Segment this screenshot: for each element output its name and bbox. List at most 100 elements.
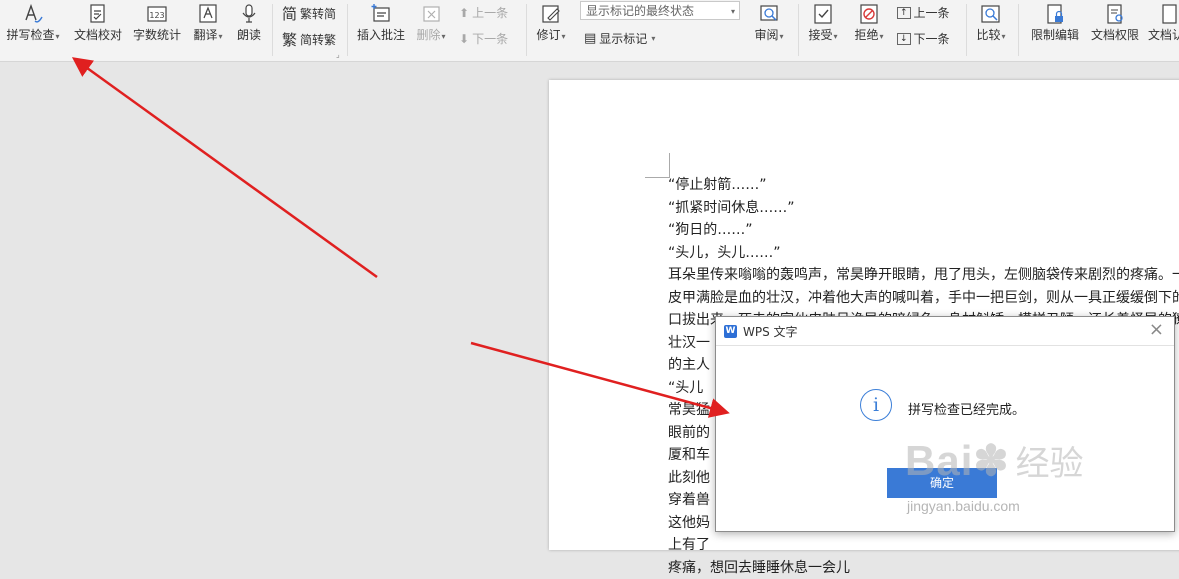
simp-char-icon: 繁 — [282, 29, 297, 50]
accept-label: 接受 — [808, 28, 832, 42]
microphone-icon — [237, 2, 261, 26]
prev-comment-button[interactable]: ⬆ 上一条 — [459, 4, 508, 21]
doc-proof-button[interactable]: 文档校对 — [72, 2, 124, 42]
restrict-edit-button[interactable]: 限制编辑 — [1028, 2, 1082, 42]
chevron-down-icon: ▾ — [880, 32, 884, 41]
document-icon — [1158, 2, 1179, 26]
document-line: “狗日的……” — [668, 219, 1179, 242]
simp-to-trad-button[interactable]: 繁 简转繁 — [282, 29, 336, 50]
spell-check-button[interactable]: 拼写检查▾ — [4, 2, 62, 44]
delete-comment-icon — [419, 2, 443, 26]
display-mode-select[interactable]: 显示标记的最终状态 ▾ — [580, 1, 740, 20]
document-line: “抓紧时间休息……” — [668, 197, 1179, 220]
dialog-title: WPS 文字 — [743, 323, 798, 340]
doc-more-button[interactable]: 文档认 — [1148, 2, 1179, 42]
document-line: “停止射箭……” — [668, 174, 1179, 197]
doc-permission-button[interactable]: 文档权限 — [1088, 2, 1142, 42]
next-comment-button[interactable]: ⬇ 下一条 — [459, 30, 508, 47]
reject-button[interactable]: 拒绝▾ — [850, 2, 888, 44]
divider — [526, 4, 527, 56]
show-markup-icon: ▤ — [584, 31, 596, 46]
document-proof-icon — [86, 2, 110, 26]
arrow-to-spell-check — [76, 60, 377, 277]
doc-more-label: 文档认 — [1148, 28, 1179, 42]
word-count-icon: 123 — [145, 2, 169, 26]
trad-to-simp-label: 繁转简 — [300, 5, 336, 22]
doc-proof-label: 文档校对 — [72, 28, 124, 42]
revise-label: 修订 — [536, 28, 560, 42]
review-ribbon: 拼写检查▾ 文档校对 123 字数统计 翻译▾ 朗读 简 繁转简 — [0, 0, 1179, 62]
prev-comment-icon: ⬆ — [459, 6, 469, 20]
insert-comment-button[interactable]: 插入批注 — [355, 2, 407, 42]
insert-comment-label: 插入批注 — [355, 28, 407, 42]
dialog-message: 拼写检查已经完成。 — [908, 399, 1025, 418]
watermark-url: jingyan.baidu.com — [907, 498, 1020, 514]
accept-button[interactable]: 接受▾ — [804, 2, 842, 44]
next-comment-label: 下一条 — [472, 30, 508, 47]
prev-change-button[interactable]: ↑ 上一条 — [897, 4, 950, 21]
prev-change-label: 上一条 — [914, 4, 950, 21]
word-count-button[interactable]: 123 字数统计 — [130, 2, 184, 42]
document-line: 皮甲满脸是血的壮汉，冲着他大声的喊叫着，手中一把巨剑，则从一具正缓缓倒下的 — [668, 287, 1179, 310]
permission-icon — [1103, 2, 1127, 26]
watermark-brand-cn: 经验 — [1016, 444, 1084, 484]
divider — [798, 4, 799, 56]
compare-label: 比较 — [976, 28, 1000, 42]
chevron-down-icon: ▾ — [1002, 32, 1006, 41]
chevron-down-icon: ▾ — [780, 32, 784, 41]
display-mode-value: 显示标记的最终状态 — [586, 4, 694, 18]
revise-icon — [539, 2, 563, 26]
watermark-brand: Bai — [905, 437, 973, 484]
show-markup-label: 显示标记 — [599, 30, 647, 47]
paw-icon: ✽ — [973, 437, 1009, 484]
margin-corner-mark — [645, 153, 670, 178]
group-expand-icon[interactable]: ⌟ — [336, 50, 340, 59]
trad-char-icon: 简 — [282, 3, 297, 24]
delete-label: 删除 — [416, 28, 440, 42]
doc-permission-label: 文档权限 — [1088, 28, 1142, 42]
review-pane-icon — [757, 2, 781, 26]
show-markup-button[interactable]: ▤ 显示标记 ▾ — [584, 30, 655, 47]
translate-button[interactable]: 翻译▾ — [190, 2, 226, 44]
read-aloud-button[interactable]: 朗读 — [234, 2, 264, 42]
dialog-titlebar: W WPS 文字 × — [716, 317, 1174, 346]
document-line: 疼痛，想回去睡睡休息一会儿 — [668, 557, 1179, 579]
close-icon[interactable]: × — [1149, 321, 1164, 339]
delete-comment-button[interactable]: 删除▾ — [413, 2, 449, 44]
chevron-down-icon: ▾ — [731, 2, 735, 21]
divider — [272, 4, 273, 56]
wps-logo-icon: W — [724, 325, 737, 338]
trad-to-simp-button[interactable]: 简 繁转简 — [282, 3, 336, 24]
document-line: 上有了 — [668, 534, 1179, 557]
chevron-down-icon: ▾ — [834, 32, 838, 41]
word-count-label: 字数统计 — [130, 28, 184, 42]
next-comment-icon: ⬇ — [459, 32, 469, 46]
insert-comment-icon — [369, 2, 393, 26]
chevron-down-icon: ▾ — [219, 32, 223, 41]
translate-label: 翻译 — [193, 28, 217, 42]
divider — [966, 4, 967, 56]
document-line: “头儿，头儿……” — [668, 242, 1179, 265]
spell-check-label: 拼写检查 — [6, 28, 54, 42]
baidu-watermark: Bai✽经验 jingyan.baidu.com — [905, 436, 1084, 485]
divider — [347, 4, 348, 56]
chevron-down-icon: ▾ — [442, 32, 446, 41]
restrict-edit-label: 限制编辑 — [1028, 28, 1082, 42]
reject-label: 拒绝 — [854, 28, 878, 42]
svg-text:123: 123 — [149, 11, 164, 20]
next-change-label: 下一条 — [914, 30, 950, 47]
chevron-down-icon: ▾ — [651, 34, 655, 43]
revise-button[interactable]: 修订▾ — [533, 2, 569, 44]
review-button[interactable]: 审阅▾ — [750, 2, 788, 44]
divider — [1018, 4, 1019, 56]
lock-document-icon — [1043, 2, 1067, 26]
compare-button[interactable]: 比较▾ — [972, 2, 1010, 44]
accept-icon — [811, 2, 835, 26]
prev-change-icon: ↑ — [897, 7, 911, 19]
simp-to-trad-label: 简转繁 — [300, 31, 336, 48]
translate-icon — [196, 2, 220, 26]
compare-icon — [979, 2, 1003, 26]
info-icon: i — [860, 389, 892, 421]
next-change-button[interactable]: ↓ 下一条 — [897, 30, 950, 47]
read-aloud-label: 朗读 — [234, 28, 264, 42]
